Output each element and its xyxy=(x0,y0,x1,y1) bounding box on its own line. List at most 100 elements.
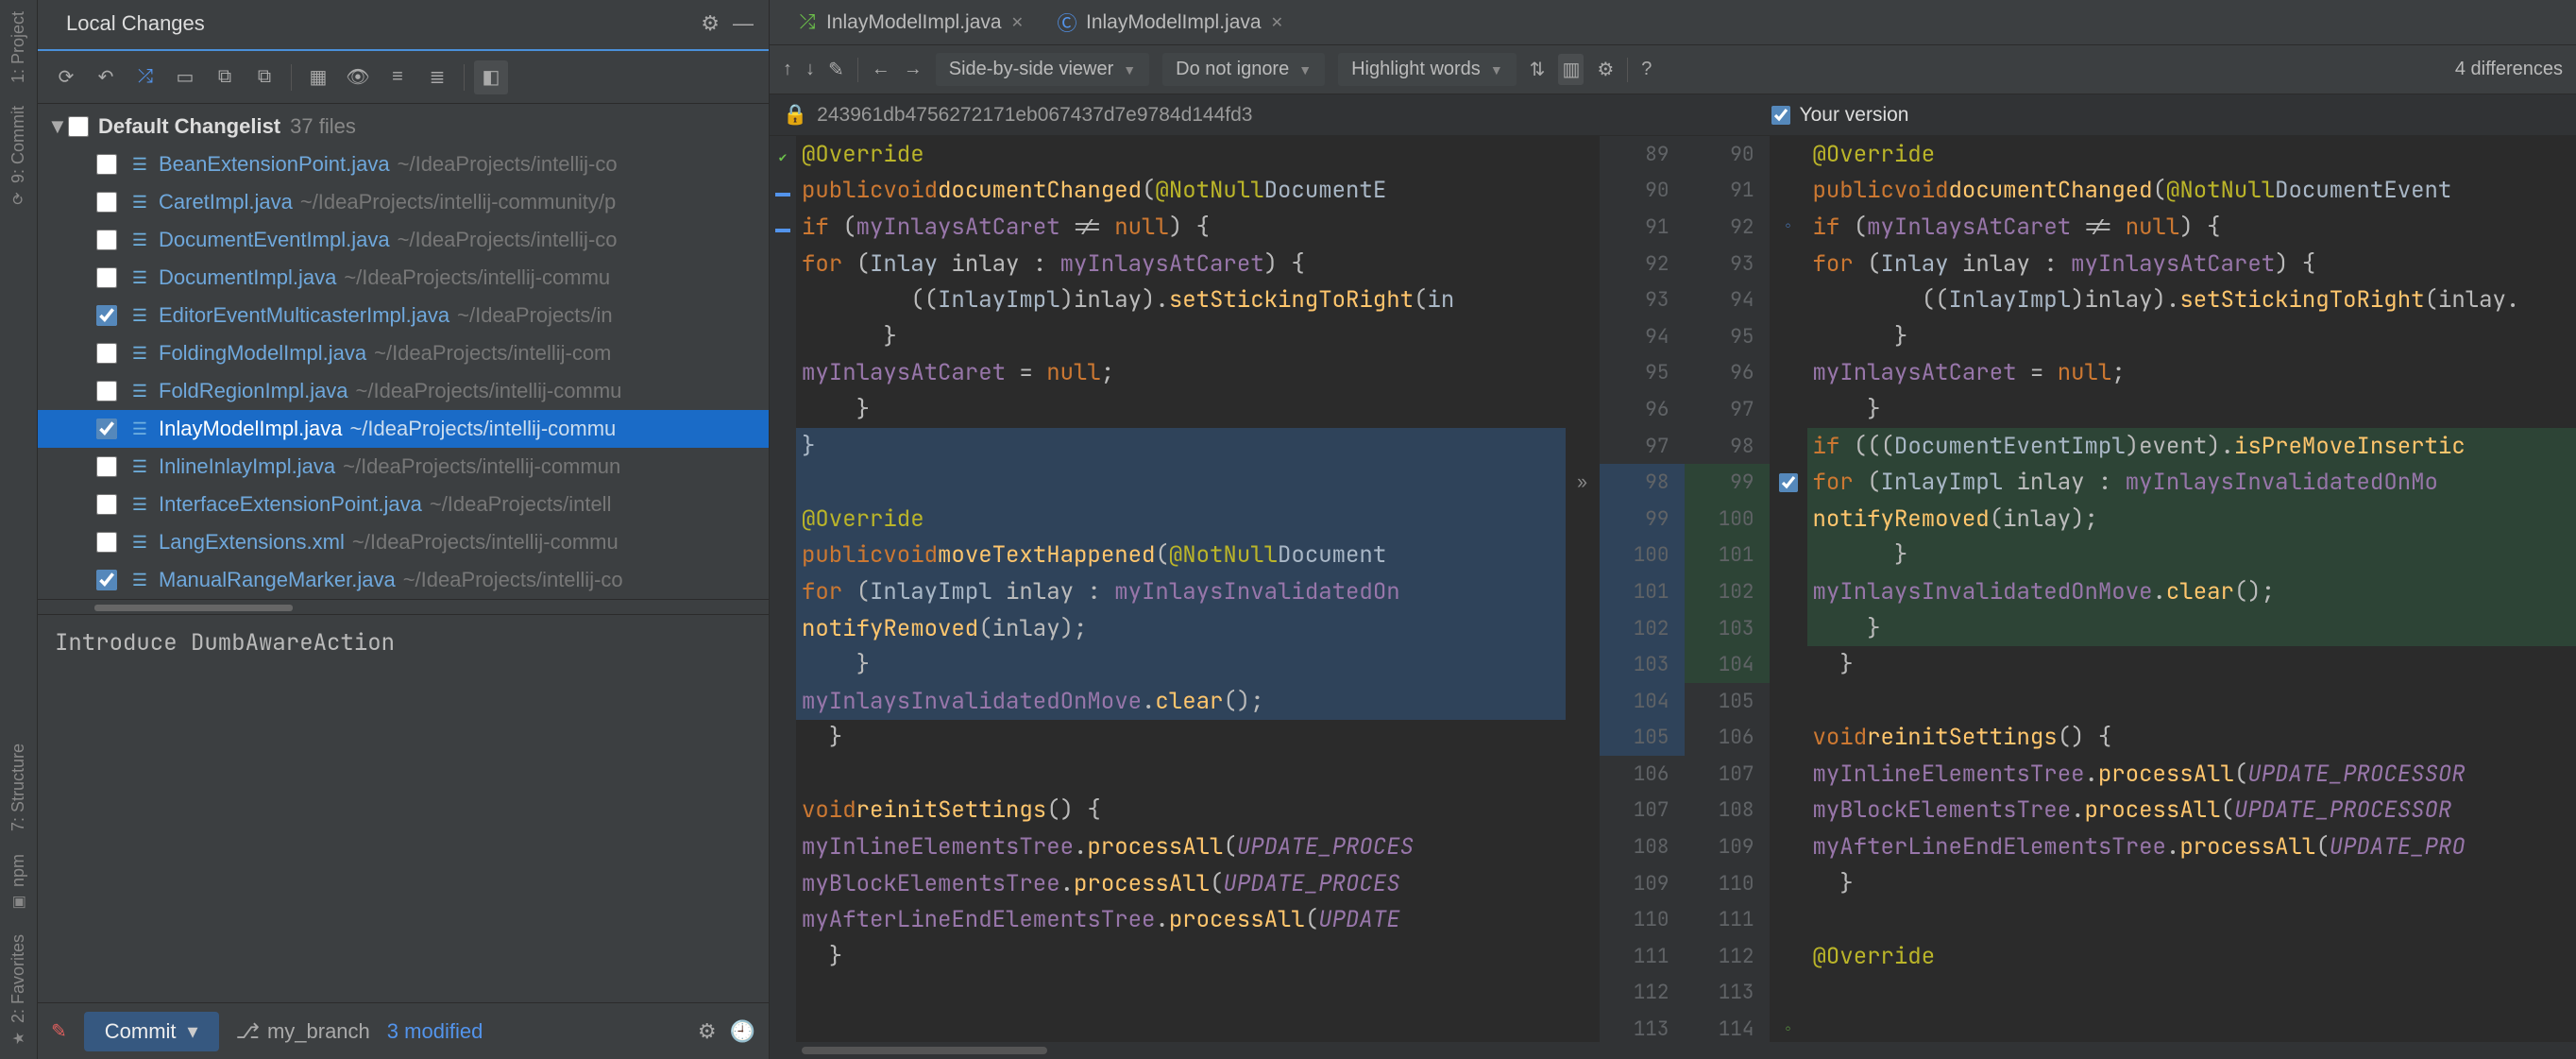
right-code-pane[interactable]: @Override public void documentChanged(@N… xyxy=(1807,136,2576,1059)
help-icon[interactable]: ? xyxy=(1641,59,1652,80)
horizontal-scrollbar[interactable] xyxy=(38,599,769,614)
edit-icon[interactable]: ✎ xyxy=(828,58,844,81)
file-checkbox[interactable] xyxy=(96,494,117,515)
changelist-row[interactable]: ▼ Default Changelist 37 files xyxy=(38,108,769,145)
file-checkbox[interactable] xyxy=(96,305,117,326)
horizontal-scrollbar[interactable] xyxy=(796,1042,2576,1059)
file-path: ~/IdeaProjects/intellij-co xyxy=(403,568,623,592)
branch-label[interactable]: ⎇ my_branch xyxy=(236,1019,370,1044)
modified-count[interactable]: 3 modified xyxy=(387,1019,483,1044)
file-row[interactable]: ☰ InlineInlayImpl.java ~/IdeaProjects/in… xyxy=(38,448,769,486)
changes-tree[interactable]: ▼ Default Changelist 37 files ☰ BeanExte… xyxy=(38,104,769,599)
file-path: ~/IdeaProjects/intellij-commu xyxy=(352,530,619,555)
gear-icon[interactable]: ⚙ xyxy=(701,11,720,36)
changelist-checkbox[interactable] xyxy=(68,116,89,137)
history-icon[interactable]: 🕘 xyxy=(730,1019,755,1044)
ignore-whitespace-select[interactable]: Do not ignore▼ xyxy=(1162,53,1325,86)
file-path: ~/IdeaProjects/intellij-co xyxy=(398,152,618,177)
gear-icon[interactable]: ⚙ xyxy=(698,1019,717,1044)
file-name: EditorEventMulticasterImpl.java xyxy=(159,303,449,328)
commit-message-input[interactable]: Introduce DumbAwareAction xyxy=(38,614,769,1002)
file-path: ~/IdeaProjects/in xyxy=(457,303,612,328)
view-options-icon[interactable]: ▦ xyxy=(301,60,335,94)
sync-scroll-icon[interactable]: ▥ xyxy=(1558,54,1584,85)
file-checkbox[interactable] xyxy=(96,532,117,553)
file-path: ~/IdeaProjects/intellij-community/p xyxy=(300,190,616,214)
java-file-icon: ☰ xyxy=(127,532,153,553)
rail-commit[interactable]: ⟳9: Commit xyxy=(5,94,32,219)
your-version-checkbox[interactable] xyxy=(1771,106,1790,125)
next-diff-icon[interactable]: ↓ xyxy=(805,59,815,80)
rail-favorites[interactable]: ★2: Favorites xyxy=(5,923,32,1059)
file-path: ~/IdeaProjects/intellij-commu xyxy=(349,417,616,441)
file-checkbox[interactable] xyxy=(96,154,117,175)
viewer-mode-select[interactable]: Side-by-side viewer▼ xyxy=(936,53,1149,86)
diff-count: 4 differences xyxy=(2455,59,2563,80)
commit-button[interactable]: Commit ▾ xyxy=(84,1012,219,1051)
java-file-icon: ☰ xyxy=(127,192,153,213)
file-row[interactable]: ☰ DocumentImpl.java ~/IdeaProjects/intel… xyxy=(38,259,769,297)
hunk-checkbox[interactable] xyxy=(1779,473,1798,492)
prev-diff-icon[interactable]: ↑ xyxy=(783,59,792,80)
nav-back-icon[interactable]: ← xyxy=(872,59,890,80)
diff-icon[interactable]: ⤮ xyxy=(128,60,162,94)
tab-inlay-1[interactable]: ⤮ InlayModelImpl.java ✕ xyxy=(783,4,1039,42)
rail-npm[interactable]: ▣npm xyxy=(5,843,32,923)
tab-inlay-2[interactable]: Ⓒ InlayModelImpl.java ✕ xyxy=(1042,4,1298,42)
shelve-icon[interactable]: ⧉ xyxy=(208,60,242,94)
nav-fwd-icon[interactable]: → xyxy=(904,59,923,80)
highlight-select[interactable]: Highlight words▼ xyxy=(1338,53,1517,86)
preview-diff-icon[interactable]: ◧ xyxy=(474,60,508,94)
file-checkbox[interactable] xyxy=(96,343,117,364)
commit-footer: ✎ Commit ▾ ⎇ my_branch 3 modified ⚙ 🕘 xyxy=(38,1002,769,1059)
settings-icon[interactable]: ⚙ xyxy=(1597,58,1614,81)
file-path: ~/IdeaProjects/intellij-commu xyxy=(356,379,622,403)
show-icon[interactable]: 👁 xyxy=(341,60,375,94)
java-file-icon: ☰ xyxy=(127,494,153,515)
file-row[interactable]: ☰ ManualRangeMarker.java ~/IdeaProjects/… xyxy=(38,561,769,599)
rollback-icon[interactable]: ↶ xyxy=(89,60,123,94)
close-icon[interactable]: ✕ xyxy=(1011,13,1024,32)
chevron-down-icon[interactable]: ▼ xyxy=(47,114,68,139)
minimize-icon[interactable]: — xyxy=(733,11,754,36)
file-checkbox[interactable] xyxy=(96,267,117,288)
file-checkbox[interactable] xyxy=(96,381,117,401)
refresh-icon[interactable]: ⟳ xyxy=(49,60,83,94)
file-name: FoldingModelImpl.java xyxy=(159,341,366,366)
file-row[interactable]: ☰ DocumentEventImpl.java ~/IdeaProjects/… xyxy=(38,221,769,259)
file-row[interactable]: ☰ LangExtensions.xml ~/IdeaProjects/inte… xyxy=(38,523,769,561)
rail-structure[interactable]: 7: Structure xyxy=(5,732,32,843)
close-icon[interactable]: ✕ xyxy=(1271,13,1283,32)
file-row[interactable]: ☰ FoldRegionImpl.java ~/IdeaProjects/int… xyxy=(38,372,769,410)
file-row[interactable]: ☰ CaretImpl.java ~/IdeaProjects/intellij… xyxy=(38,183,769,221)
java-file-icon: ☰ xyxy=(127,418,153,439)
file-row[interactable]: ☰ BeanExtensionPoint.java ~/IdeaProjects… xyxy=(38,145,769,183)
file-name: InlineInlayImpl.java xyxy=(159,454,335,479)
file-checkbox[interactable] xyxy=(96,230,117,250)
file-checkbox[interactable] xyxy=(96,418,117,439)
file-row[interactable]: ☰ FoldingModelImpl.java ~/IdeaProjects/i… xyxy=(38,334,769,372)
chevron-down-icon[interactable]: ▾ xyxy=(188,1019,198,1044)
file-checkbox[interactable] xyxy=(96,192,117,213)
changelist-icon[interactable]: ▭ xyxy=(168,60,202,94)
group-icon[interactable]: ⧉ xyxy=(247,60,281,94)
chevron-down-icon: ▼ xyxy=(1123,62,1136,77)
apply-right-icon[interactable]: » xyxy=(1577,471,1587,493)
collapse-unchanged-icon[interactable]: ⇅ xyxy=(1530,58,1546,81)
collapse-icon[interactable]: ≣ xyxy=(420,60,454,94)
java-file-icon: ☰ xyxy=(127,343,153,364)
file-row[interactable]: ☰ InterfaceExtensionPoint.java ~/IdeaPro… xyxy=(38,486,769,523)
file-name: InterfaceExtensionPoint.java xyxy=(159,492,422,517)
amend-icon[interactable]: ✎ xyxy=(51,1019,67,1043)
file-checkbox[interactable] xyxy=(96,570,117,590)
file-row[interactable]: ☰ InlayModelImpl.java ~/IdeaProjects/int… xyxy=(38,410,769,448)
rail-project[interactable]: 1: Project xyxy=(5,0,32,94)
diff-viewer: ⤮ InlayModelImpl.java ✕ Ⓒ InlayModelImpl… xyxy=(770,0,2576,1059)
java-file-icon: ☰ xyxy=(127,381,153,401)
expand-icon[interactable]: ≡ xyxy=(381,60,415,94)
npm-icon: ▣ xyxy=(9,895,28,909)
file-checkbox[interactable] xyxy=(96,456,117,477)
file-row[interactable]: ☰ EditorEventMulticasterImpl.java ~/Idea… xyxy=(38,297,769,334)
diff-body: ✔ @Override public void documentChanged(… xyxy=(770,136,2576,1059)
left-code-pane[interactable]: @Override public void documentChanged(@N… xyxy=(796,136,1566,1059)
